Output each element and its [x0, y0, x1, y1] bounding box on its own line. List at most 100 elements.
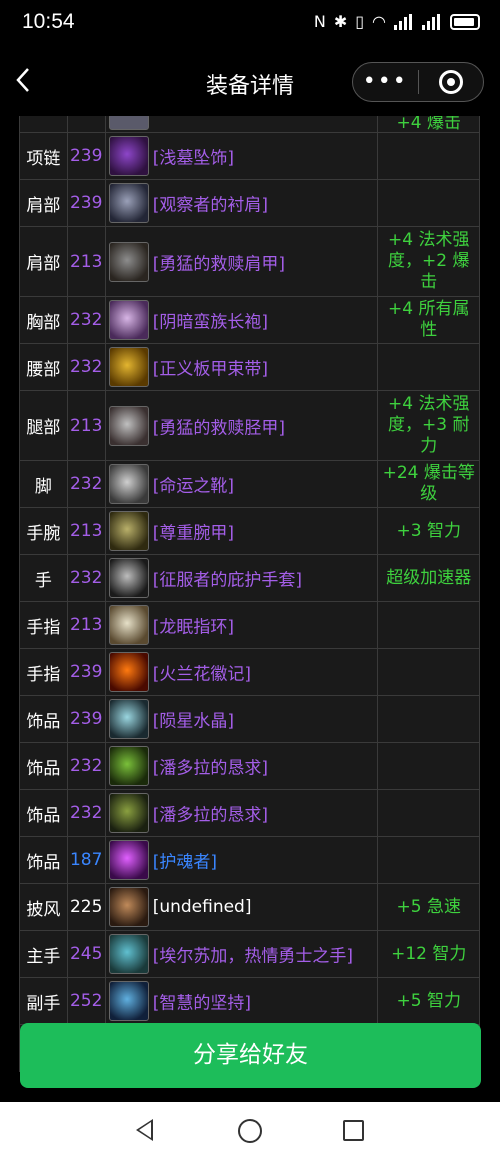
enchant-bonus: +5 急速	[377, 883, 480, 931]
item-name-link[interactable]: [勇猛的救赎胫甲]	[153, 418, 285, 438]
item-level: 213	[66, 390, 106, 461]
item-level: 232	[66, 296, 106, 344]
item-level: 213	[66, 507, 106, 555]
enchant-bonus: +4 法术强度，+2 爆击	[377, 226, 480, 297]
item-cell: [正义板甲束带]	[104, 343, 379, 391]
table-row[interactable]: 副手 252 [智慧的坚持] +5 智力	[19, 977, 480, 1025]
table-row[interactable]: 手腕 213 [尊重腕甲] +3 智力	[19, 507, 480, 555]
item-icon	[108, 464, 149, 504]
table-row[interactable]: 饰品 232 [潘多拉的恳求]	[19, 789, 480, 837]
item-icon	[108, 746, 149, 786]
table-row[interactable]: 胸部 232 [阴暗蛮族长袍] +4 所有属性	[19, 296, 480, 344]
item-name-link[interactable]: [undefined]	[153, 897, 252, 917]
item-level: 239	[66, 179, 106, 227]
vibrate-icon: ▯	[355, 12, 365, 31]
enchant-bonus	[377, 695, 480, 743]
item-name-link[interactable]: [正义板甲束带]	[153, 360, 268, 380]
slot-name: 手指	[19, 601, 68, 649]
status-time: 10:54	[22, 10, 75, 33]
enchant-bonus	[377, 343, 480, 391]
item-cell: [尊重腕甲]	[104, 507, 379, 555]
item-cell: [观察者的衬肩]	[104, 179, 379, 227]
wifi-icon: ◠	[372, 12, 386, 31]
slot-name: 肩部	[19, 179, 68, 227]
item-cell: [潘多拉的恳求]	[104, 789, 379, 837]
table-row[interactable]: 主手 245 [埃尔苏加，热情勇士之手] +12 智力	[19, 930, 480, 978]
item-name-link[interactable]: [智慧的坚持]	[153, 994, 251, 1014]
enchant-bonus: +12 智力	[377, 930, 480, 978]
signal-icon	[394, 13, 414, 30]
item-name-link[interactable]: [观察者的衬肩]	[153, 196, 268, 216]
table-row[interactable]: 腰部 232 [正义板甲束带]	[19, 343, 480, 391]
item-cell: [埃尔苏加，热情勇士之手]	[104, 930, 379, 978]
table-row[interactable]: 手指 213 [龙眠指环]	[19, 601, 480, 649]
miniprogram-capsule: •••	[352, 62, 484, 102]
more-button[interactable]: •••	[353, 64, 418, 100]
item-icon	[108, 652, 149, 692]
item-name-link[interactable]: [陨星水晶]	[153, 712, 234, 732]
table-row[interactable]: 手 232 [征服者的庇护手套] 超级加速器	[19, 554, 480, 602]
item-icon	[108, 300, 149, 340]
item-level: 225	[66, 883, 106, 931]
item-name-link[interactable]: [护魂者]	[153, 853, 217, 873]
nfc-icon: N	[313, 12, 326, 31]
status-bar: 10:54 N ✱ ▯ ◠	[0, 0, 500, 48]
item-name-link[interactable]: [龙眠指环]	[153, 618, 234, 638]
item-level: 232	[66, 460, 106, 508]
table-row[interactable]: 饰品 187 [护魂者]	[19, 836, 480, 884]
enchant-bonus: +4 所有属性	[377, 296, 480, 344]
item-icon	[108, 347, 149, 387]
item-name-link[interactable]: [命运之靴]	[153, 477, 234, 497]
slot-name: 副手	[19, 977, 68, 1025]
bluetooth-icon: ✱	[333, 12, 348, 31]
slot-name: 主手	[19, 930, 68, 978]
item-name-link[interactable]: [埃尔苏加，热情勇士之手]	[153, 947, 353, 967]
recents-nav-icon[interactable]	[343, 1120, 364, 1141]
enchant-bonus: +24 爆击等级	[377, 460, 480, 508]
table-row[interactable]: 饰品 239 [陨星水晶]	[19, 695, 480, 743]
table-row[interactable]: 项链 239 [浅墓坠饰]	[19, 132, 480, 180]
table-row[interactable]: 披风 225 [undefined] +5 急速	[19, 883, 480, 931]
item-name-link[interactable]: [尊重腕甲]	[153, 524, 234, 544]
close-button[interactable]	[419, 70, 484, 94]
item-icon	[108, 981, 149, 1021]
table-row[interactable]: 饰品 232 [潘多拉的恳求]	[19, 742, 480, 790]
slot-name: 肩部	[19, 226, 68, 297]
item-name-link[interactable]: [潘多拉的恳求]	[153, 806, 268, 826]
item-icon	[108, 793, 149, 833]
slot-name: 项链	[19, 132, 68, 180]
enchant-bonus	[377, 601, 480, 649]
item-name-link[interactable]: [勇猛的救赎肩甲]	[153, 254, 285, 274]
table-row[interactable]: 肩部 213 [勇猛的救赎肩甲] +4 法术强度，+2 爆击	[19, 226, 480, 297]
item-icon	[108, 241, 149, 282]
home-nav-icon[interactable]	[238, 1119, 262, 1143]
item-cell: [护魂者]	[104, 836, 379, 884]
item-cell: [勇猛的救赎肩甲]	[104, 226, 379, 297]
table-row[interactable]: 脚 232 [命运之靴] +24 爆击等级	[19, 460, 480, 508]
item-icon	[108, 116, 149, 130]
item-level: 232	[66, 742, 106, 790]
slot-name: 手指	[19, 648, 68, 696]
item-cell: [陨星水晶]	[104, 695, 379, 743]
item-name-link[interactable]: [潘多拉的恳求]	[153, 759, 268, 779]
item-cell: [阴暗蛮族长袍]	[104, 296, 379, 344]
table-row[interactable]: 腿部 213 [勇猛的救赎胫甲] +4 法术强度，+3 耐力	[19, 390, 480, 461]
share-button[interactable]: 分享给好友	[20, 1023, 481, 1088]
item-icon	[108, 605, 149, 645]
item-name-link[interactable]: [浅墓坠饰]	[153, 149, 234, 169]
enchant-bonus: +4 法术强度，+3 耐力	[377, 390, 480, 461]
enchant-bonus: +5 智力	[377, 977, 480, 1025]
item-name-link[interactable]: [火兰花徽记]	[153, 665, 251, 685]
table-row[interactable]: 手指 239 [火兰花徽记]	[19, 648, 480, 696]
table-row[interactable]: 肩部 239 [观察者的衬肩]	[19, 179, 480, 227]
back-nav-icon[interactable]	[136, 1119, 153, 1141]
slot-name: 胸部	[19, 296, 68, 344]
item-cell: [龙眠指环]	[104, 601, 379, 649]
equipment-list-scroll[interactable]: +4 爆击 项链 239 [浅墓坠饰] 肩部 239 [观察者的衬肩] 肩部 213 [勇猛的救…	[0, 116, 500, 1102]
item-name-link[interactable]: [阴暗蛮族长袍]	[153, 313, 268, 333]
item-name-link[interactable]: [征服者的庇护手套]	[153, 571, 302, 591]
item-cell: [浅墓坠饰]	[104, 132, 379, 180]
slot-name: 饰品	[19, 836, 68, 884]
item-icon	[108, 136, 149, 176]
item-level: 239	[66, 648, 106, 696]
